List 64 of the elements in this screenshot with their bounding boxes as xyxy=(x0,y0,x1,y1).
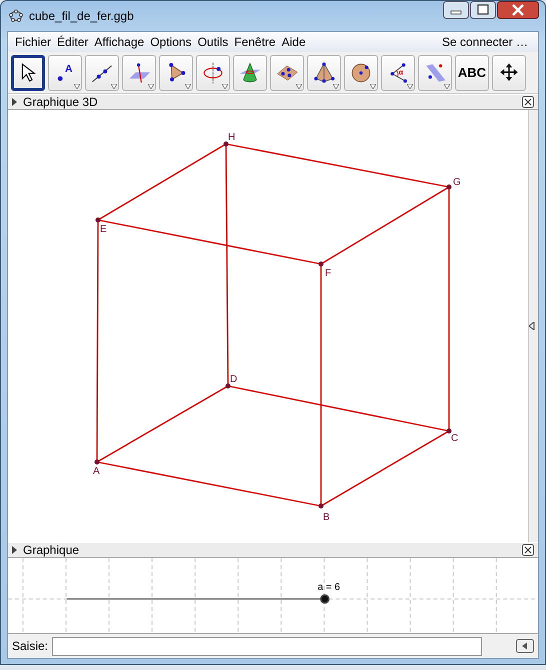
vertex-point[interactable] xyxy=(446,428,452,434)
close-icon[interactable] xyxy=(522,96,534,108)
vertex-label: A xyxy=(93,466,100,477)
plane-line-icon xyxy=(127,60,151,84)
caret-icon xyxy=(296,84,302,88)
vertex-label: D xyxy=(230,374,238,385)
menu-item[interactable]: Éditer xyxy=(54,33,92,51)
panel-title: Graphique 3D xyxy=(23,94,98,111)
tool-button[interactable] xyxy=(270,54,304,90)
menu-item[interactable]: Outils xyxy=(194,33,232,51)
window-title: cube_fil_de_fer.ggb xyxy=(29,8,134,25)
slider-thumb[interactable] xyxy=(320,594,330,604)
vertex-point[interactable] xyxy=(226,384,230,388)
menu-item[interactable]: Options xyxy=(147,33,195,51)
pyramid-icon xyxy=(312,60,336,84)
expand-icon[interactable] xyxy=(12,546,17,554)
tool-button[interactable] xyxy=(492,54,526,90)
panel-title: Graphique xyxy=(23,542,80,559)
vertex-label: G xyxy=(453,177,461,188)
caret-icon xyxy=(370,84,376,88)
vertex-point[interactable] xyxy=(96,218,100,222)
login-link[interactable]: Se connecter … xyxy=(438,33,534,51)
tool-button[interactable] xyxy=(344,54,378,90)
caret-icon xyxy=(407,84,413,88)
app-logo-icon xyxy=(9,9,23,23)
vertex-point[interactable] xyxy=(318,504,324,508)
tool-button[interactable]: ABC xyxy=(455,54,489,90)
menu-item[interactable]: Affichage xyxy=(91,33,148,51)
menu-item[interactable]: Fenêtre xyxy=(231,33,279,51)
minimize-button[interactable] xyxy=(443,1,469,19)
vertex-point[interactable] xyxy=(318,262,324,266)
vertex-point[interactable] xyxy=(224,142,228,146)
menu-item[interactable]: Aide xyxy=(278,33,309,51)
tool-button[interactable]: A xyxy=(48,54,82,90)
tool-button[interactable] xyxy=(159,54,193,90)
vertex-label: B xyxy=(323,512,330,523)
maximize-button[interactable] xyxy=(470,1,496,19)
tool-button[interactable] xyxy=(307,54,341,90)
vertex-label: F xyxy=(325,268,332,279)
vertex-label: C xyxy=(451,433,458,444)
caret-icon xyxy=(185,84,191,88)
caret-icon xyxy=(222,84,228,88)
vertex-point[interactable] xyxy=(94,460,100,464)
close-button[interactable] xyxy=(497,1,539,19)
caret-icon xyxy=(444,84,450,88)
vertex-label: H xyxy=(228,132,236,143)
caret-icon xyxy=(148,84,154,88)
cone-icon xyxy=(238,60,262,84)
caret-icon xyxy=(111,84,117,88)
circle-axis-icon xyxy=(201,60,225,84)
expand-icon[interactable] xyxy=(12,98,17,106)
vertex-point[interactable] xyxy=(446,184,452,190)
toggle-icon[interactable] xyxy=(516,639,534,653)
close-icon[interactable] xyxy=(522,544,534,556)
vertex-label: E xyxy=(100,224,107,235)
tool-button[interactable] xyxy=(85,54,119,90)
input-field[interactable] xyxy=(52,636,482,656)
menu-item[interactable]: Fichier xyxy=(12,33,54,51)
caret-icon xyxy=(74,84,80,88)
tool-button[interactable]: α xyxy=(381,54,415,90)
caret-icon xyxy=(333,84,339,88)
tool-button[interactable] xyxy=(11,54,45,90)
input-label: Saisie: xyxy=(12,638,48,655)
slider-label: a = 6 xyxy=(318,582,340,594)
